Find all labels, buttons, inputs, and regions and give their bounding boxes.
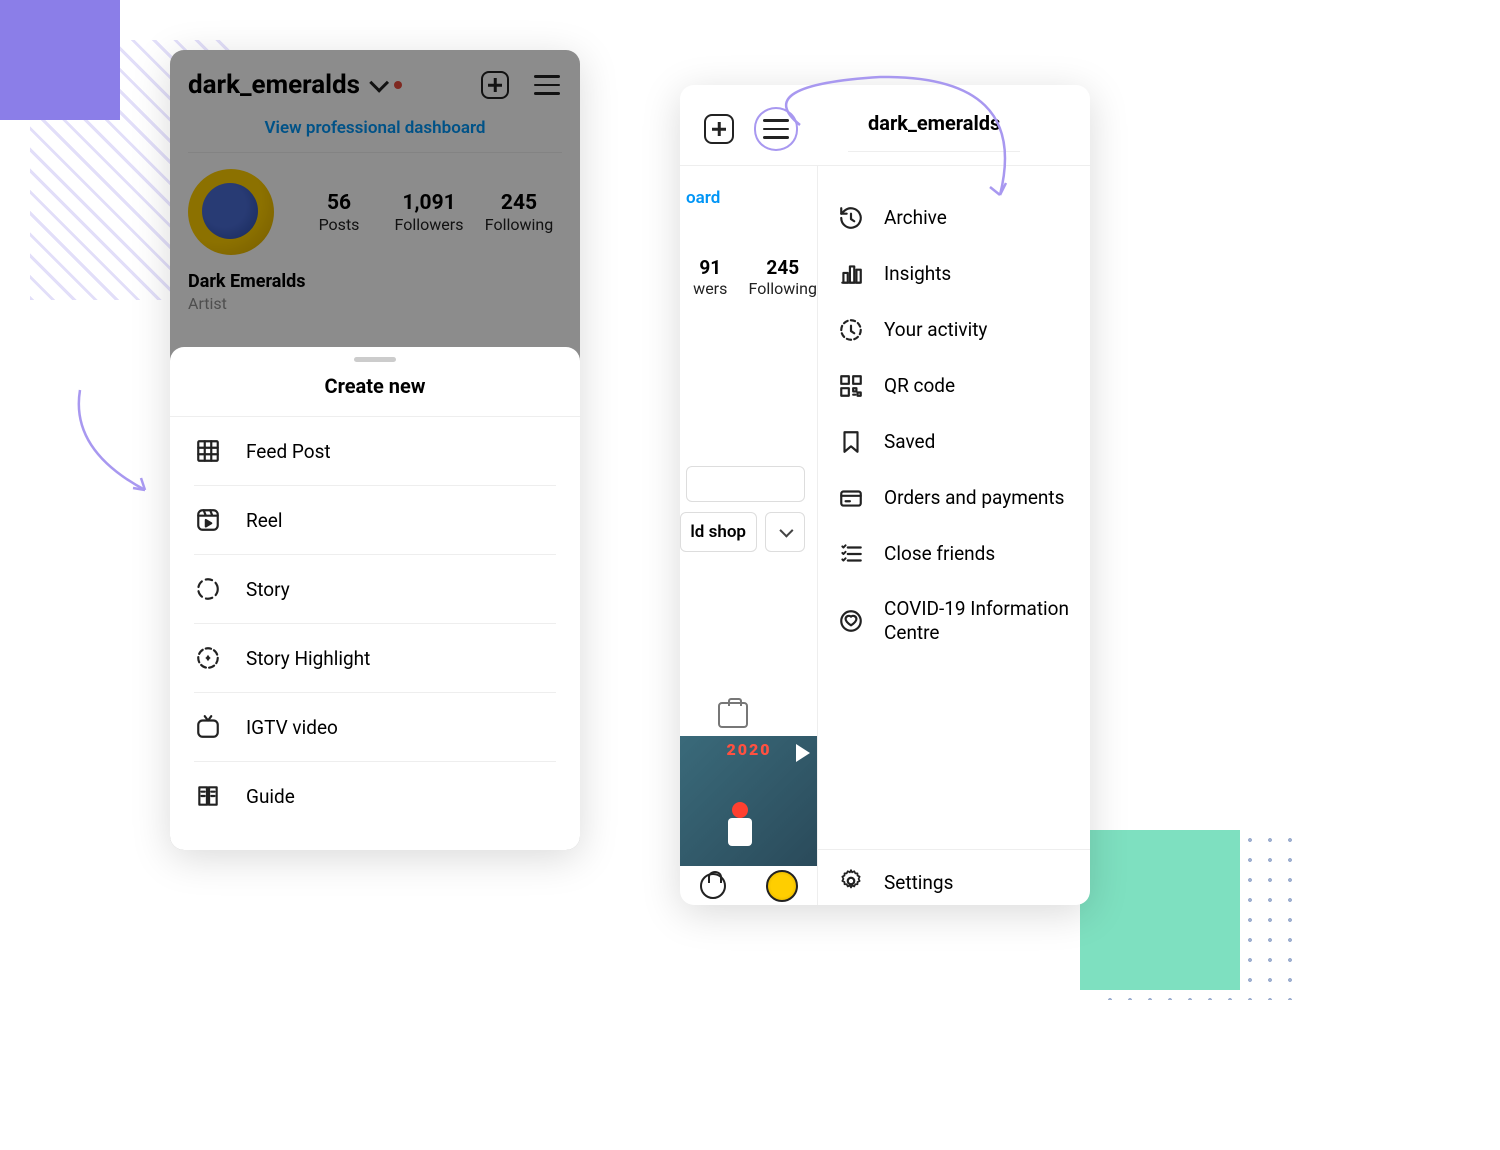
insights-icon bbox=[838, 261, 864, 287]
saved-icon bbox=[838, 429, 864, 455]
create-new-sheet: Create new Feed Post Reel Story bbox=[170, 347, 580, 850]
create-button[interactable] bbox=[704, 114, 734, 144]
activity-icon bbox=[838, 317, 864, 343]
sheet-item-guide[interactable]: Guide bbox=[194, 761, 556, 830]
chevron-down-icon bbox=[779, 524, 793, 538]
qr-code-icon bbox=[838, 373, 864, 399]
suggested-users-button[interactable] bbox=[765, 512, 805, 552]
menu-item-insights[interactable]: Insights bbox=[838, 246, 1070, 302]
menu-item-orders[interactable]: Orders and payments bbox=[838, 470, 1070, 526]
settings-icon bbox=[838, 868, 864, 898]
plus-box-icon bbox=[704, 114, 734, 144]
menu-item-activity[interactable]: Your activity bbox=[838, 302, 1070, 358]
card-icon bbox=[838, 485, 864, 511]
story-highlight-icon bbox=[194, 644, 222, 672]
menu-item-saved[interactable]: Saved bbox=[838, 414, 1070, 470]
heart-shield-icon bbox=[838, 608, 864, 634]
sheet-item-story[interactable]: Story bbox=[194, 554, 556, 623]
profile-screen-peek: oard 91 wers 245 Following ld shop 2020 bbox=[680, 166, 818, 905]
annotation-arrow-left bbox=[60, 380, 180, 510]
reel-icon bbox=[194, 506, 222, 534]
sheet-item-feed-post[interactable]: Feed Post bbox=[194, 417, 556, 485]
close-friends-icon bbox=[838, 541, 864, 567]
hamburger-drawer: Archive Insights Your activity bbox=[818, 166, 1090, 905]
menu-item-qr-code[interactable]: QR code bbox=[838, 358, 1070, 414]
igtv-icon bbox=[194, 713, 222, 741]
menu-item-covid[interactable]: COVID-19 Information Centre bbox=[838, 582, 1070, 660]
menu-item-close-friends[interactable]: Close friends bbox=[838, 526, 1070, 582]
edit-profile-fragment bbox=[686, 466, 805, 502]
grid-icon bbox=[194, 437, 222, 465]
menu-item-settings[interactable]: Settings bbox=[818, 849, 1090, 905]
post-thumbnail[interactable]: 2020 bbox=[680, 736, 818, 866]
stat-followers-fragment: 91 wers bbox=[680, 256, 741, 298]
sheet-item-story-highlight[interactable]: Story Highlight bbox=[194, 623, 556, 692]
sheet-title: Create new bbox=[170, 366, 580, 417]
phone-create-new: dark_emeralds View professional dashboar… bbox=[170, 50, 580, 850]
decoration-purple-square bbox=[0, 0, 120, 120]
sheet-drag-handle[interactable] bbox=[354, 357, 396, 362]
stat-following-fragment: 245 Following bbox=[749, 256, 817, 298]
sheet-item-igtv[interactable]: IGTV video bbox=[194, 692, 556, 761]
sheet-item-reel[interactable]: Reel bbox=[194, 485, 556, 554]
add-shop-fragment: ld shop bbox=[680, 512, 757, 552]
decoration-teal-square bbox=[1080, 830, 1240, 990]
shop-tab-icon[interactable] bbox=[700, 873, 726, 899]
story-icon bbox=[194, 575, 222, 603]
play-icon bbox=[796, 744, 810, 762]
profile-tab-avatar[interactable] bbox=[766, 870, 798, 902]
tagged-tab-icon bbox=[718, 702, 748, 728]
thumbnail-character bbox=[726, 802, 754, 860]
guide-icon bbox=[194, 782, 222, 810]
annotation-arrow-right bbox=[770, 65, 1050, 225]
